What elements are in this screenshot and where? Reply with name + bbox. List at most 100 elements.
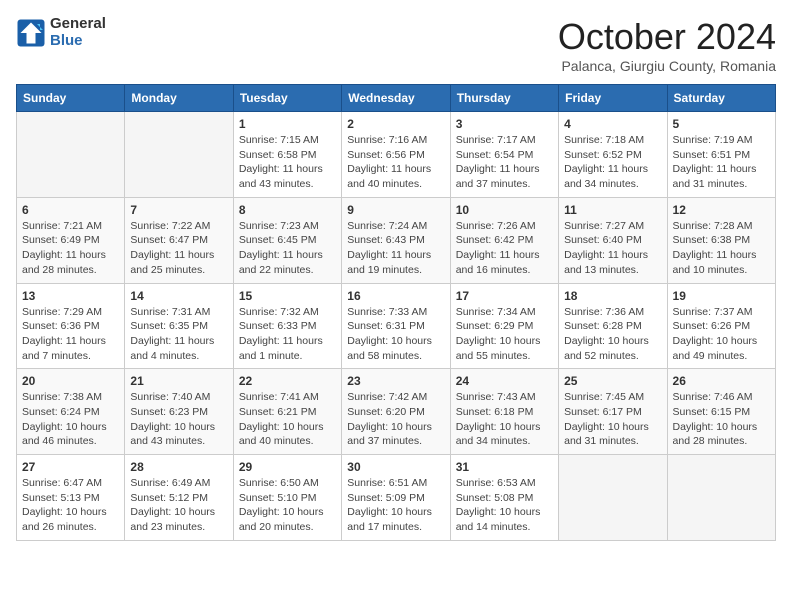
day-detail: Sunrise: 7:16 AMSunset: 6:56 PMDaylight:… xyxy=(347,133,444,192)
day-number: 17 xyxy=(456,289,553,303)
day-cell: 10Sunrise: 7:26 AMSunset: 6:42 PMDayligh… xyxy=(450,197,558,283)
header-sunday: Sunday xyxy=(17,85,125,112)
day-number: 16 xyxy=(347,289,444,303)
title-area: October 2024 Palanca, Giurgiu County, Ro… xyxy=(558,16,776,74)
day-number: 14 xyxy=(130,289,227,303)
day-detail: Sunrise: 7:26 AMSunset: 6:42 PMDaylight:… xyxy=(456,219,553,278)
day-cell: 2 Sunrise: 7:16 AMSunset: 6:56 PMDaylight… xyxy=(342,112,450,198)
day-number: 15 xyxy=(239,289,336,303)
day-cell: 17 Sunrise: 7:34 AMSunset: 6:29 PMDayligh… xyxy=(450,283,558,369)
week-row-2: 6 Sunrise: 7:21 AMSunset: 6:49 PMDaylight… xyxy=(17,197,776,283)
day-detail: Sunrise: 7:37 AMSunset: 6:26 PMDaylight:… xyxy=(673,305,770,364)
logo-icon xyxy=(16,18,46,48)
header: General Blue October 2024 Palanca, Giurg… xyxy=(16,16,776,74)
day-detail: Sunrise: 7:28 AMSunset: 6:38 PMDaylight:… xyxy=(673,219,770,278)
day-number: 31 xyxy=(456,460,553,474)
day-cell: 9Sunrise: 7:24 AMSunset: 6:43 PMDaylight… xyxy=(342,197,450,283)
day-detail: Sunrise: 7:22 AMSunset: 6:47 PMDaylight:… xyxy=(130,219,227,278)
day-detail: Sunrise: 7:42 AMSunset: 6:20 PMDaylight:… xyxy=(347,390,444,449)
day-cell: 16 Sunrise: 7:33 AMSunset: 6:31 PMDayligh… xyxy=(342,283,450,369)
day-cell: 26 Sunrise: 7:46 AMSunset: 6:15 PMDayligh… xyxy=(667,369,775,455)
day-number: 11 xyxy=(564,203,661,217)
day-number: 25 xyxy=(564,374,661,388)
day-number: 22 xyxy=(239,374,336,388)
day-detail: Sunrise: 7:41 AMSunset: 6:21 PMDaylight:… xyxy=(239,390,336,449)
day-detail: Sunrise: 7:40 AMSunset: 6:23 PMDaylight:… xyxy=(130,390,227,449)
day-cell: 7Sunrise: 7:22 AMSunset: 6:47 PMDaylight… xyxy=(125,197,233,283)
calendar-table: SundayMondayTuesdayWednesdayThursdayFrid… xyxy=(16,84,776,541)
day-detail: Sunrise: 7:18 AMSunset: 6:52 PMDaylight:… xyxy=(564,133,661,192)
day-number: 28 xyxy=(130,460,227,474)
day-cell: 15 Sunrise: 7:32 AMSunset: 6:33 PMDayligh… xyxy=(233,283,341,369)
day-cell: 12Sunrise: 7:28 AMSunset: 6:38 PMDayligh… xyxy=(667,197,775,283)
header-tuesday: Tuesday xyxy=(233,85,341,112)
day-detail: Sunrise: 7:23 AMSunset: 6:45 PMDaylight:… xyxy=(239,219,336,278)
week-row-5: 27 Sunrise: 6:47 AMSunset: 5:13 PMDayligh… xyxy=(17,455,776,541)
day-detail: Sunrise: 6:51 AMSunset: 5:09 PMDaylight:… xyxy=(347,476,444,535)
day-cell: 29Sunrise: 6:50 AMSunset: 5:10 PMDayligh… xyxy=(233,455,341,541)
day-detail: Sunrise: 7:36 AMSunset: 6:28 PMDaylight:… xyxy=(564,305,661,364)
day-detail: Sunrise: 7:32 AMSunset: 6:33 PMDaylight:… xyxy=(239,305,336,364)
day-cell: 25Sunrise: 7:45 AMSunset: 6:17 PMDayligh… xyxy=(559,369,667,455)
day-detail: Sunrise: 7:43 AMSunset: 6:18 PMDaylight:… xyxy=(456,390,553,449)
day-cell: 30 Sunrise: 6:51 AMSunset: 5:09 PMDayligh… xyxy=(342,455,450,541)
day-detail: Sunrise: 7:15 AMSunset: 6:58 PMDaylight:… xyxy=(239,133,336,192)
day-cell: 13Sunrise: 7:29 AMSunset: 6:36 PMDayligh… xyxy=(17,283,125,369)
day-number: 20 xyxy=(22,374,119,388)
day-detail: Sunrise: 6:50 AMSunset: 5:10 PMDaylight:… xyxy=(239,476,336,535)
day-number: 30 xyxy=(347,460,444,474)
header-monday: Monday xyxy=(125,85,233,112)
day-number: 23 xyxy=(347,374,444,388)
day-cell: 28 Sunrise: 6:49 AMSunset: 5:12 PMDayligh… xyxy=(125,455,233,541)
day-detail: Sunrise: 7:46 AMSunset: 6:15 PMDaylight:… xyxy=(673,390,770,449)
subtitle: Palanca, Giurgiu County, Romania xyxy=(558,58,776,74)
day-number: 24 xyxy=(456,374,553,388)
day-cell: 21 Sunrise: 7:40 AMSunset: 6:23 PMDayligh… xyxy=(125,369,233,455)
day-cell: 14 Sunrise: 7:31 AMSunset: 6:35 PMDayligh… xyxy=(125,283,233,369)
main-title: October 2024 xyxy=(558,16,776,58)
day-number: 4 xyxy=(564,117,661,131)
day-cell xyxy=(559,455,667,541)
day-detail: Sunrise: 6:47 AMSunset: 5:13 PMDaylight:… xyxy=(22,476,119,535)
logo-blue-text: Blue xyxy=(50,33,106,50)
day-cell: 3 Sunrise: 7:17 AMSunset: 6:54 PMDaylight… xyxy=(450,112,558,198)
day-detail: Sunrise: 7:33 AMSunset: 6:31 PMDaylight:… xyxy=(347,305,444,364)
week-row-1: 1 Sunrise: 7:15 AMSunset: 6:58 PMDaylight… xyxy=(17,112,776,198)
day-number: 21 xyxy=(130,374,227,388)
header-row: SundayMondayTuesdayWednesdayThursdayFrid… xyxy=(17,85,776,112)
day-cell xyxy=(17,112,125,198)
day-detail: Sunrise: 6:49 AMSunset: 5:12 PMDaylight:… xyxy=(130,476,227,535)
day-number: 26 xyxy=(673,374,770,388)
day-detail: Sunrise: 6:53 AMSunset: 5:08 PMDaylight:… xyxy=(456,476,553,535)
logo-general-text: General xyxy=(50,16,106,33)
day-number: 5 xyxy=(673,117,770,131)
day-detail: Sunrise: 7:38 AMSunset: 6:24 PMDaylight:… xyxy=(22,390,119,449)
day-cell: 27 Sunrise: 6:47 AMSunset: 5:13 PMDayligh… xyxy=(17,455,125,541)
logo-text: General Blue xyxy=(50,16,106,49)
day-detail: Sunrise: 7:34 AMSunset: 6:29 PMDaylight:… xyxy=(456,305,553,364)
day-number: 18 xyxy=(564,289,661,303)
header-wednesday: Wednesday xyxy=(342,85,450,112)
day-number: 3 xyxy=(456,117,553,131)
day-number: 6 xyxy=(22,203,119,217)
day-detail: Sunrise: 7:27 AMSunset: 6:40 PMDaylight:… xyxy=(564,219,661,278)
day-cell: 1 Sunrise: 7:15 AMSunset: 6:58 PMDaylight… xyxy=(233,112,341,198)
day-cell: 5Sunrise: 7:19 AMSunset: 6:51 PMDaylight… xyxy=(667,112,775,198)
day-number: 27 xyxy=(22,460,119,474)
day-detail: Sunrise: 7:24 AMSunset: 6:43 PMDaylight:… xyxy=(347,219,444,278)
day-number: 19 xyxy=(673,289,770,303)
day-number: 13 xyxy=(22,289,119,303)
day-detail: Sunrise: 7:31 AMSunset: 6:35 PMDaylight:… xyxy=(130,305,227,364)
header-friday: Friday xyxy=(559,85,667,112)
header-thursday: Thursday xyxy=(450,85,558,112)
day-cell: 6 Sunrise: 7:21 AMSunset: 6:49 PMDaylight… xyxy=(17,197,125,283)
day-number: 2 xyxy=(347,117,444,131)
week-row-3: 13Sunrise: 7:29 AMSunset: 6:36 PMDayligh… xyxy=(17,283,776,369)
day-detail: Sunrise: 7:17 AMSunset: 6:54 PMDaylight:… xyxy=(456,133,553,192)
week-row-4: 20 Sunrise: 7:38 AMSunset: 6:24 PMDayligh… xyxy=(17,369,776,455)
day-number: 1 xyxy=(239,117,336,131)
day-detail: Sunrise: 7:21 AMSunset: 6:49 PMDaylight:… xyxy=(22,219,119,278)
day-cell xyxy=(125,112,233,198)
day-cell: 18 Sunrise: 7:36 AMSunset: 6:28 PMDayligh… xyxy=(559,283,667,369)
day-number: 8 xyxy=(239,203,336,217)
